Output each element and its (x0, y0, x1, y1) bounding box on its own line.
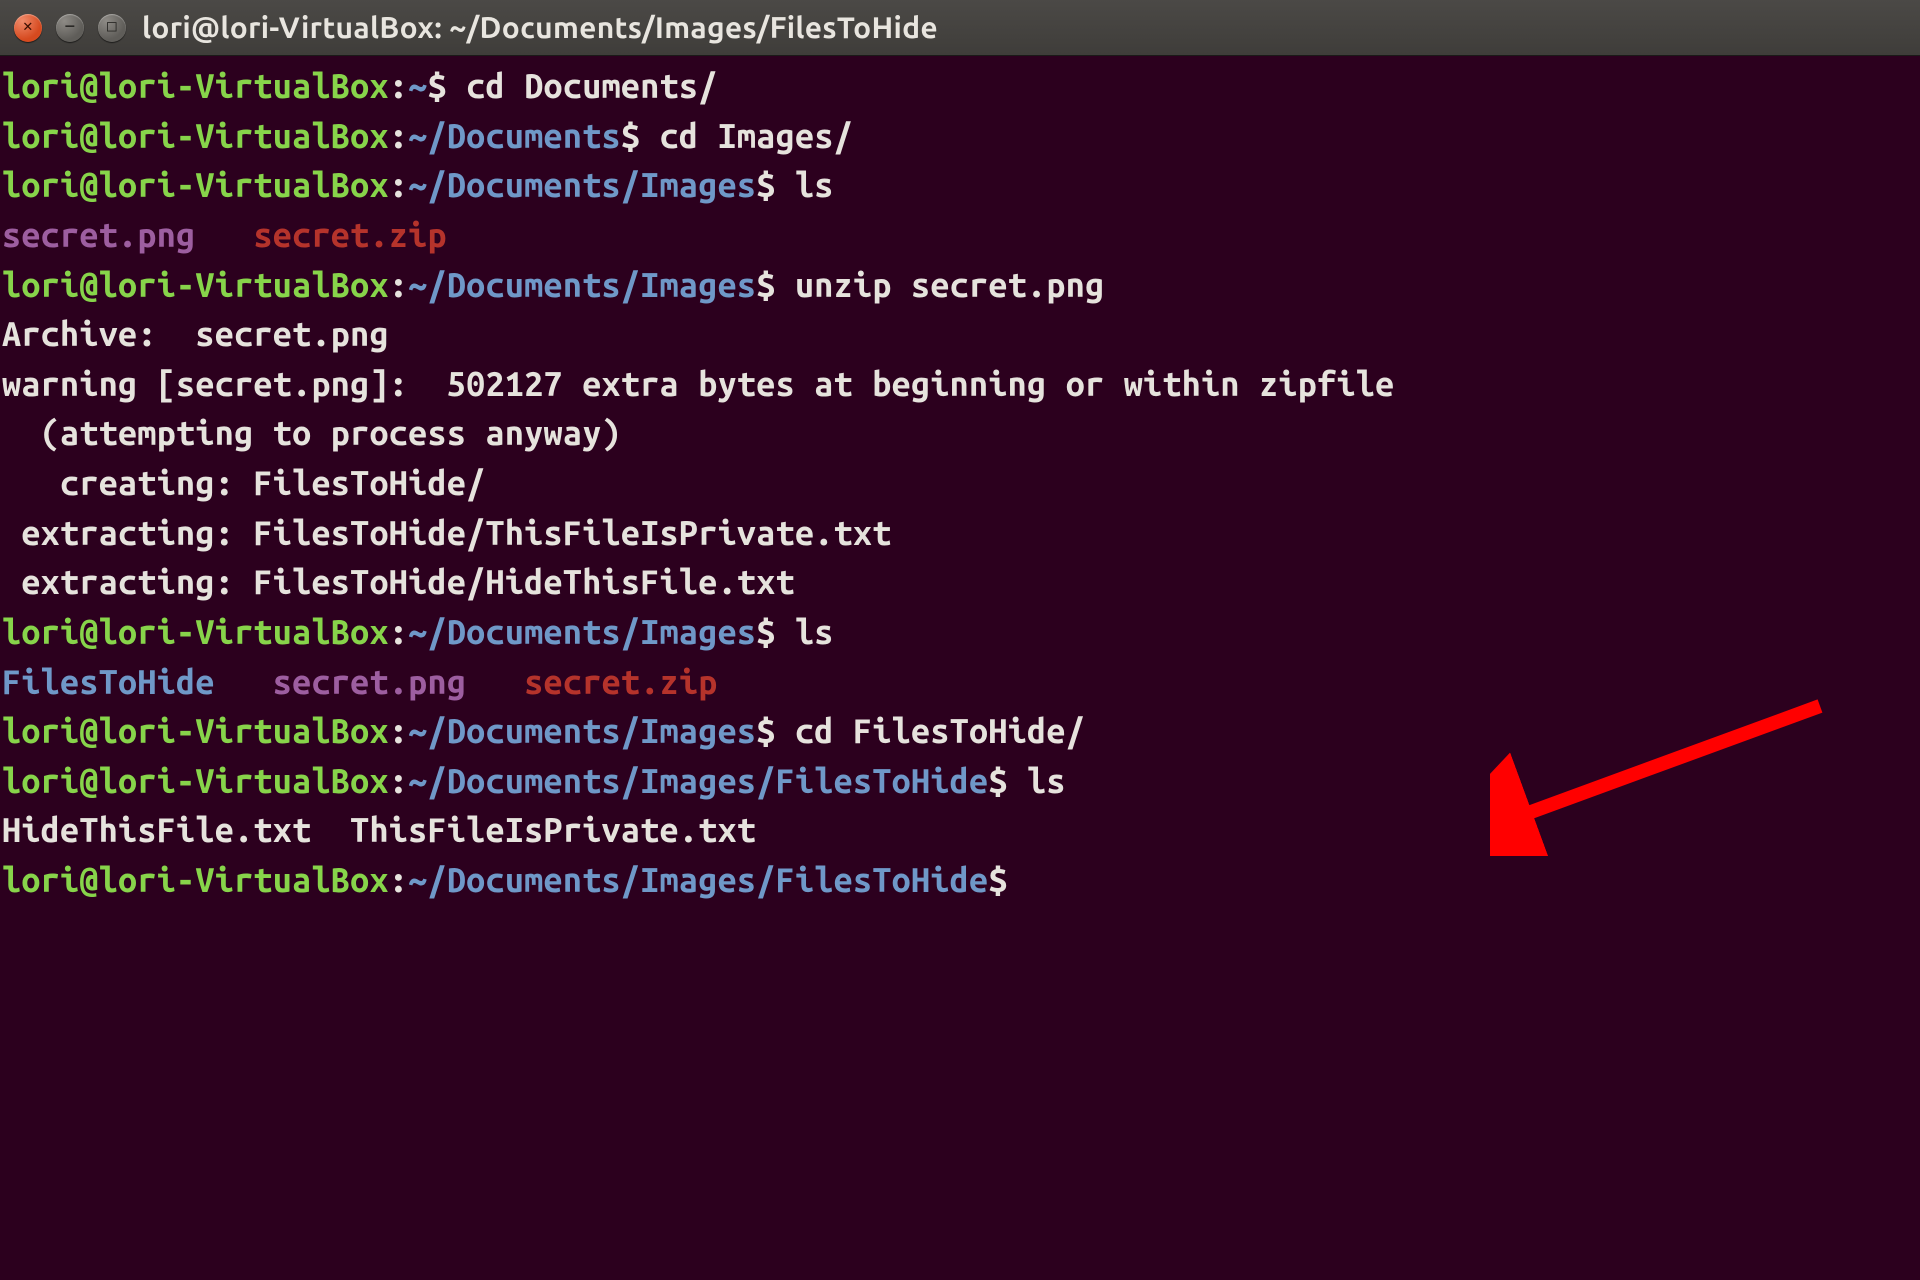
terminal-viewport[interactable]: lori@lori-VirtualBox:~$ cd Documents/ lo… (0, 56, 1920, 906)
file-archive: secret.zip (253, 216, 446, 254)
file-image: secret.png (273, 663, 466, 701)
window-close-button[interactable]: ✕ (14, 14, 42, 42)
command-text: cd Documents/ (466, 67, 717, 105)
prompt-dollar: $ (428, 67, 447, 105)
prompt-user-host: lori@lori-VirtualBox (2, 67, 389, 105)
prompt-user-host: lori@lori-VirtualBox (2, 117, 389, 155)
prompt-path: ~/Documents/Images (408, 166, 756, 204)
prompt-path: ~ (408, 67, 427, 105)
terminal-line: lori@lori-VirtualBox:~/Documents/Images$… (0, 161, 1920, 211)
terminal-line: lori@lori-VirtualBox:~$ cd Documents/ (0, 62, 1920, 112)
command-text: unzip secret.png (795, 266, 1104, 304)
prompt-colon: : (389, 67, 408, 105)
output-line: Archive: secret.png (0, 310, 1920, 360)
terminal-line-highlighted: lori@lori-VirtualBox:~/Documents/Images$… (0, 707, 1920, 757)
terminal-line: lori@lori-VirtualBox:~/Documents/Images$… (0, 261, 1920, 311)
window-maximize-button[interactable]: □ (98, 14, 126, 42)
command-text: ls (795, 166, 834, 204)
window-title: lori@lori-VirtualBox: ~/Documents/Images… (142, 6, 938, 50)
prompt-path: ~/Documents (408, 117, 621, 155)
ls-output: HideThisFile.txt ThisFileIsPrivate.txt (0, 806, 1920, 856)
output-line: warning [secret.png]: 502127 extra bytes… (0, 360, 1920, 410)
prompt-path: ~/Documents/Images/FilesToHide (408, 762, 988, 800)
command-text: ls (795, 613, 834, 651)
window-buttons: ✕ — □ (14, 14, 126, 42)
command-text: cd FilesToHide/ (795, 712, 1085, 750)
output-line: creating: FilesToHide/ (0, 459, 1920, 509)
command-text: cd Images/ (660, 117, 853, 155)
ls-output: secret.png secret.zip (0, 211, 1920, 261)
command-text: ls (1027, 762, 1066, 800)
terminal-line: lori@lori-VirtualBox:~/Documents/Images/… (0, 757, 1920, 807)
ls-output: FilesToHide secret.png secret.zip (0, 658, 1920, 708)
file-archive: secret.zip (524, 663, 717, 701)
window-titlebar: ✕ — □ lori@lori-VirtualBox: ~/Documents/… (0, 0, 1920, 56)
file-image: secret.png (2, 216, 195, 254)
terminal-line: lori@lori-VirtualBox:~/Documents/Images$… (0, 608, 1920, 658)
output-line: extracting: FilesToHide/HideThisFile.txt (0, 558, 1920, 608)
output-line: (attempting to process anyway) (0, 409, 1920, 459)
terminal-line: lori@lori-VirtualBox:~/Documents/Images/… (0, 856, 1920, 906)
window-minimize-button[interactable]: — (56, 14, 84, 42)
directory-name: FilesToHide (2, 663, 215, 701)
output-line: extracting: FilesToHide/ThisFileIsPrivat… (0, 509, 1920, 559)
terminal-line: lori@lori-VirtualBox:~/Documents$ cd Ima… (0, 112, 1920, 162)
